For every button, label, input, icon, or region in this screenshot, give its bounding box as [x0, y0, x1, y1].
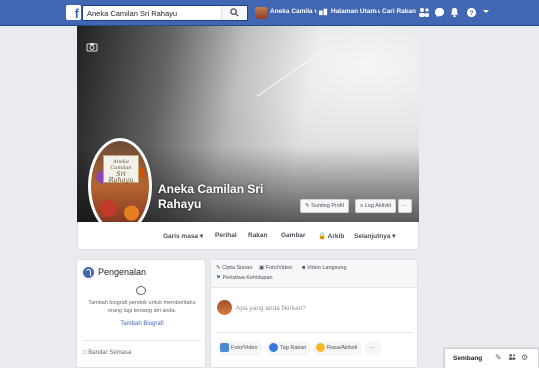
page-title: Aneka Camilan Sri Rahayu	[158, 182, 268, 212]
facebook-logo[interactable]: f	[66, 5, 81, 20]
tab-photos[interactable]: Gambar	[281, 232, 306, 239]
composer-input[interactable]: Apa yang anda fikirkan?	[236, 305, 306, 312]
tag-friends-pill[interactable]: Tag Rakan	[266, 341, 312, 356]
nav-separator	[313, 8, 314, 18]
intro-icon	[83, 267, 94, 279]
current-city-label: Bandar Semasa	[88, 350, 132, 356]
nav-separator	[377, 8, 378, 18]
gear-icon[interactable]: ⚙	[521, 353, 528, 362]
more-composer-pill[interactable]: ···	[364, 341, 382, 356]
tag-friends-pill-label: Tag Rakan	[280, 345, 307, 351]
list-icon: ≡	[360, 203, 364, 209]
dropdown-icon[interactable]	[482, 6, 490, 21]
pencil-icon: ✎	[216, 265, 221, 271]
activity-log-label: Log Aktiviti	[364, 203, 392, 209]
profile-picture-card: Aneka Camilan Sri Rahayu	[103, 155, 139, 183]
nav-profile-avatar[interactable]	[255, 7, 267, 19]
speech-bubble-icon	[136, 286, 146, 295]
create-post-action[interactable]: ✎ Cipta Siaran	[216, 265, 252, 271]
camera-icon[interactable]	[86, 42, 100, 54]
composer-actions: ✎ Cipta Siaran ▣ Foto/Video ■ Video Lang…	[211, 260, 417, 288]
post-composer: ✎ Cipta Siaran ▣ Foto/Video ■ Video Lang…	[210, 259, 418, 368]
more-options-button[interactable]: ···	[398, 199, 412, 213]
nav-profile-link[interactable]: Aneka Camilan	[270, 8, 317, 15]
intro-card: Pengenalan Tambah biografi pendek untuk …	[76, 259, 206, 368]
tag-friends-icon	[269, 343, 278, 353]
tab-more[interactable]: Selanjutnya ▾	[354, 232, 396, 240]
current-city-row[interactable]: □ Bandar Semasa	[83, 350, 131, 356]
add-bio-link[interactable]: Tambah Biografi	[77, 321, 207, 327]
edit-profile-button[interactable]: ✎ Sunting Profil	[300, 199, 349, 213]
life-event-label: Peristiwa Kehidupan	[222, 275, 273, 281]
profile-card-line2: Sri Rahayu	[108, 170, 134, 184]
building-icon: □	[83, 350, 87, 356]
nav-find-friends-link[interactable]: Cari Rakan	[382, 8, 416, 15]
chat-bar[interactable]: Sembang ✎ ⚙	[444, 348, 539, 368]
tab-friends[interactable]: Rakan	[248, 232, 268, 239]
nav-home-link[interactable]: Halaman Utama	[331, 8, 380, 15]
composer-divider	[217, 332, 413, 333]
photo-video-action[interactable]: ▣ Foto/Video	[259, 265, 292, 271]
tab-archive[interactable]: 🔒 Arkib	[318, 232, 344, 240]
bell-icon[interactable]	[449, 7, 460, 22]
video-icon: ■	[302, 265, 306, 271]
profile-picture[interactable]: Aneka Camilan Sri Rahayu	[88, 138, 152, 234]
page-title-line1: Aneka Camilan Sri	[158, 182, 264, 196]
search-icon	[230, 8, 239, 17]
intro-header: Pengenalan	[83, 267, 147, 279]
page-title-line2: Rahayu	[158, 197, 202, 211]
feeling-activity-pill[interactable]: Rasa/Aktiviti	[313, 341, 363, 356]
lock-icon: 🔒	[318, 233, 327, 240]
intro-title: Pengenalan	[98, 267, 147, 277]
photo-video-pill-label: Foto/Video	[231, 345, 258, 351]
feeling-activity-pill-label: Rasa/Aktiviti	[327, 345, 358, 351]
compose-icon[interactable]: ✎	[495, 353, 502, 362]
help-icon[interactable]: ?	[466, 7, 477, 22]
top-navigation-bar: f Aneka Camilan Halaman Utama Cari Rakan…	[0, 0, 539, 26]
activity-log-button[interactable]: ≡ Log Aktiviti	[355, 199, 397, 213]
live-video-action[interactable]: ■ Video Langsung	[302, 265, 347, 271]
smiley-icon	[316, 343, 325, 353]
life-event-action[interactable]: ⚑ Peristiwa Kehidupan	[216, 275, 273, 281]
search-box[interactable]	[82, 5, 248, 21]
photo-video-label: Foto/Video	[265, 265, 293, 271]
tab-timeline[interactable]: Garis masa ▾	[163, 232, 203, 240]
messenger-icon[interactable]	[434, 7, 445, 22]
group-icon[interactable]	[508, 353, 516, 363]
edit-profile-label: Sunting Profil	[311, 203, 344, 209]
home-icon	[318, 6, 329, 21]
pencil-icon: ✎	[305, 203, 310, 209]
composer-avatar	[217, 300, 232, 315]
tab-about[interactable]: Perihal	[215, 232, 237, 239]
profile-tabs: Garis masa ▾ Perihal Rakan Gambar 🔒 Arki…	[77, 222, 419, 250]
create-post-label: Cipta Siaran	[222, 265, 253, 271]
svg-text:?: ?	[470, 10, 474, 17]
flag-icon: ⚑	[216, 275, 221, 281]
photo-icon	[220, 343, 229, 353]
photo-video-pill[interactable]: Foto/Video	[217, 341, 263, 356]
search-button[interactable]	[221, 6, 247, 20]
camera-icon: ▣	[259, 265, 265, 271]
live-video-label: Video Langsung	[306, 265, 347, 271]
chat-label: Sembang	[453, 355, 483, 362]
friends-icon[interactable]	[418, 7, 430, 22]
search-input[interactable]	[83, 6, 223, 20]
tab-archive-label: Arkib	[327, 233, 345, 240]
intro-divider	[83, 340, 201, 341]
intro-description: Tambah biografi pendek untuk memberitahu…	[88, 300, 196, 314]
